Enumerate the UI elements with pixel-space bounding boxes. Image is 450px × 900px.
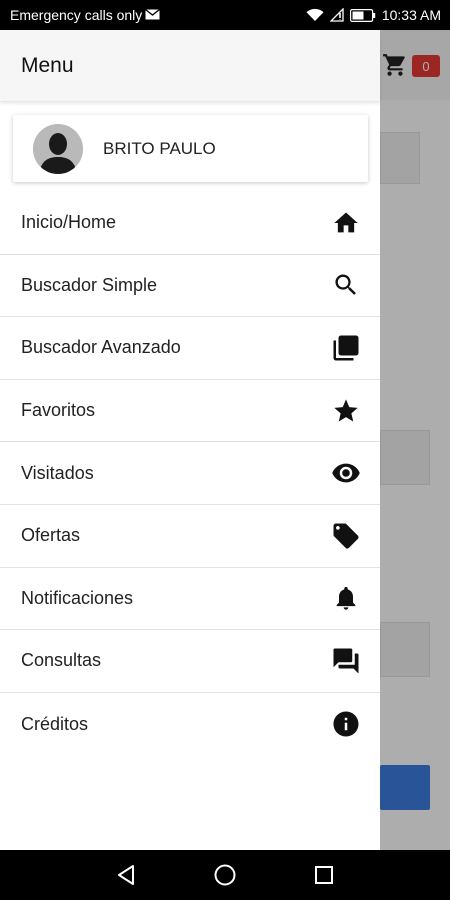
- menu-item-label: Buscador Simple: [21, 274, 158, 295]
- menu-item-credits[interactable]: Créditos: [0, 693, 380, 756]
- battery-icon: [349, 8, 376, 22]
- drawer-title: Menu: [21, 53, 74, 77]
- tags-icon: [331, 521, 361, 551]
- menu-item-label: Créditos: [21, 713, 89, 734]
- status-bar: Emergency calls only 10:33 AM: [0, 0, 450, 30]
- menu-item-home[interactable]: Inicio/Home: [0, 192, 380, 255]
- user-name: BRITO PAULO: [103, 138, 216, 158]
- search-icon: [331, 270, 361, 300]
- info-icon: [331, 709, 361, 739]
- library-icon: [331, 333, 361, 363]
- signal-icon: [329, 8, 344, 22]
- user-card[interactable]: BRITO PAULO: [13, 115, 368, 182]
- navigation-drawer: Menu BRITO PAULO Inicio/Home Buscador Si…: [0, 30, 380, 850]
- star-icon: [331, 396, 361, 426]
- clock: 10:33 AM: [381, 7, 441, 23]
- drawer-menu: Inicio/Home Buscador Simple Buscador Ava…: [0, 192, 380, 755]
- avatar: [33, 123, 83, 174]
- menu-item-label: Inicio/Home: [21, 212, 117, 233]
- recents-icon[interactable]: [312, 863, 336, 887]
- bell-icon: [331, 583, 361, 613]
- menu-item-favorites[interactable]: Favoritos: [0, 380, 380, 443]
- back-icon[interactable]: [114, 863, 138, 887]
- menu-item-label: Consultas: [21, 650, 102, 671]
- chat-icon: [331, 646, 361, 676]
- menu-item-label: Favoritos: [21, 400, 96, 421]
- mail-icon: [145, 7, 161, 23]
- menu-item-notifications[interactable]: Notificaciones: [0, 568, 380, 631]
- menu-item-label: Visitados: [21, 462, 94, 483]
- menu-item-label: Ofertas: [21, 525, 81, 546]
- menu-item-advanced-search[interactable]: Buscador Avanzado: [0, 317, 380, 380]
- carrier-text: Emergency calls only: [10, 7, 143, 23]
- menu-item-inquiries[interactable]: Consultas: [0, 630, 380, 693]
- menu-item-label: Notificaciones: [21, 587, 134, 608]
- person-silhouette-icon: [33, 123, 83, 174]
- home-nav-icon[interactable]: [213, 863, 237, 887]
- home-icon: [331, 208, 361, 238]
- menu-item-simple-search[interactable]: Buscador Simple: [0, 255, 380, 318]
- system-nav-bar: [0, 850, 450, 900]
- eye-icon: [331, 458, 361, 488]
- menu-item-label: Buscador Avanzado: [21, 337, 181, 358]
- menu-item-visited[interactable]: Visitados: [0, 442, 380, 505]
- menu-item-offers[interactable]: Ofertas: [0, 505, 380, 568]
- wifi-icon: [306, 8, 324, 22]
- drawer-header: Menu: [0, 30, 380, 102]
